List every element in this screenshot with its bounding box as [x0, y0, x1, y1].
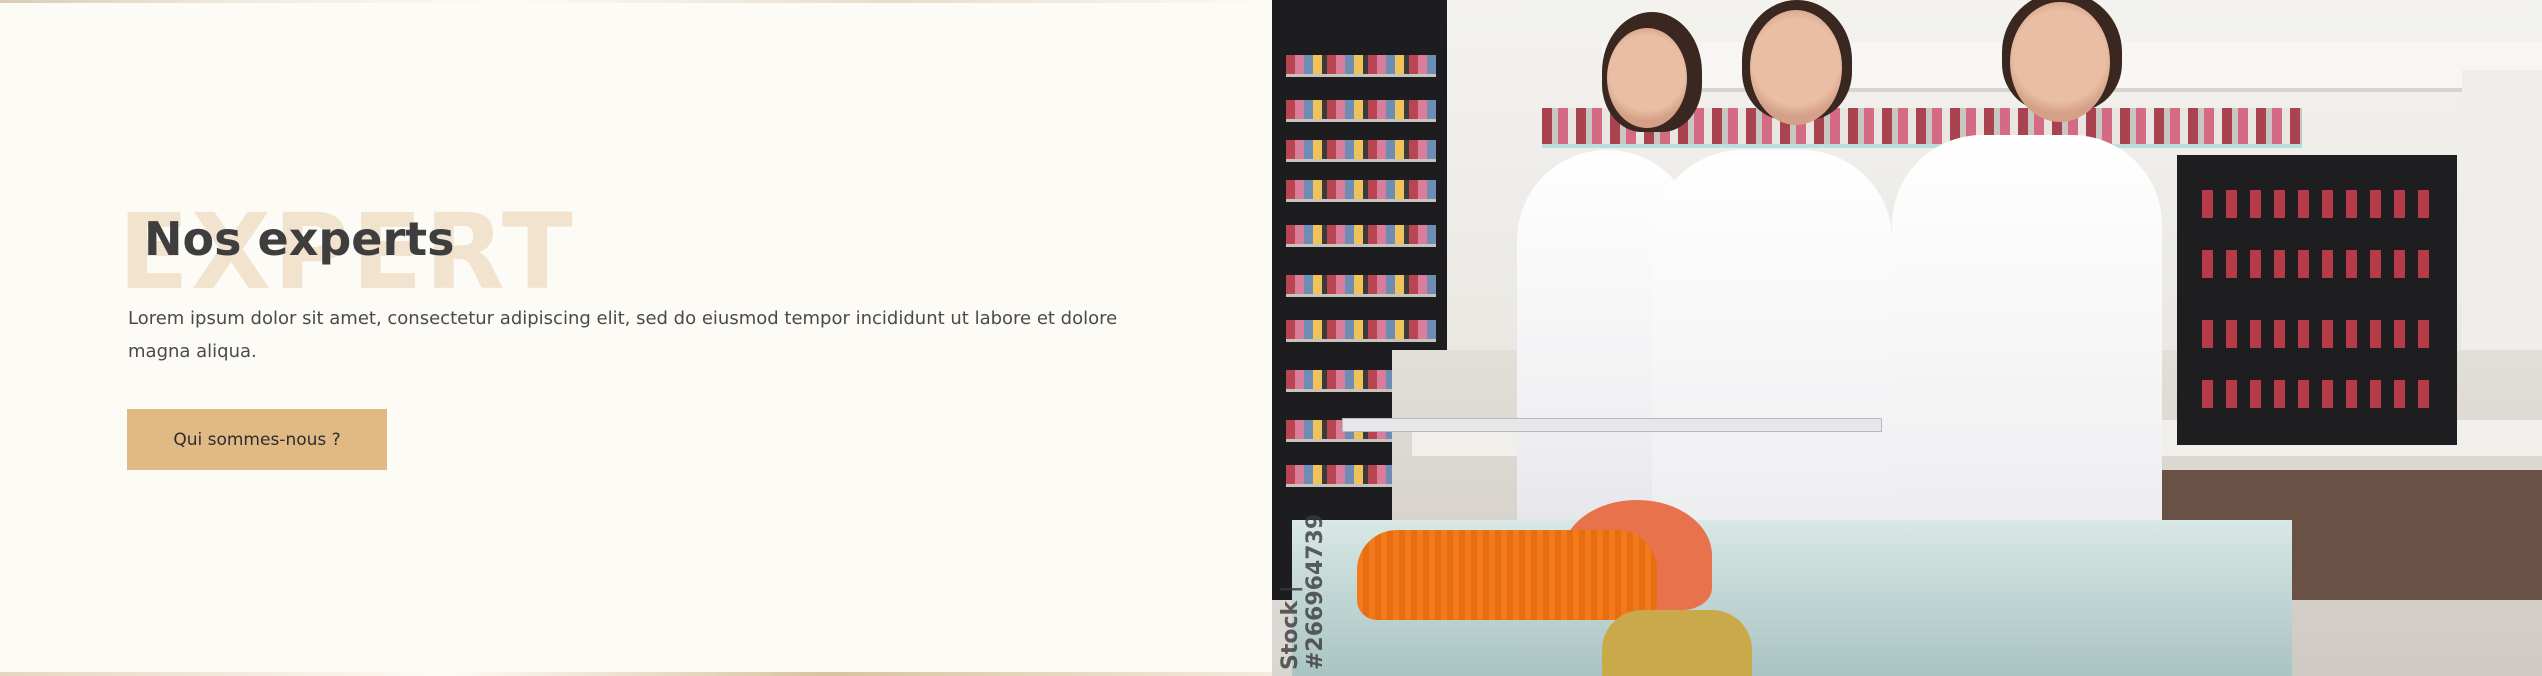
lamp-arm: [1342, 418, 1882, 432]
section-title: Nos experts: [144, 212, 455, 266]
polish-row: [1286, 225, 1436, 247]
polish-row: [1286, 55, 1436, 77]
polish-row: [1286, 275, 1436, 297]
top-decorative-strip: [0, 0, 1272, 3]
polish-row: [1286, 320, 1436, 342]
about-us-button[interactable]: Qui sommes-nous ?: [127, 409, 387, 470]
hero-text-panel: EXPERT Nos experts Lorem ipsum dolor sit…: [0, 0, 1272, 676]
display-polish-row: [2202, 250, 2432, 278]
display-polish-row: [2202, 380, 2432, 408]
section-description: Lorem ipsum dolor sit amet, consectetur …: [128, 308, 1118, 362]
face: [1607, 28, 1687, 128]
polish-row: [1286, 100, 1436, 122]
face: [1750, 10, 1842, 125]
display-polish-row: [2202, 190, 2432, 218]
heading-group: EXPERT Nos experts: [118, 200, 638, 310]
bottom-decorative-strip: [0, 672, 1272, 676]
display-polish-row: [2202, 320, 2432, 348]
orange-towel: [1357, 530, 1657, 620]
polish-row: [1286, 180, 1436, 202]
face: [2010, 2, 2110, 122]
nail-device: [1602, 610, 1752, 676]
experts-team-photo: Stock | #266964739: [1272, 0, 2542, 676]
stock-watermark: Stock | #266964739: [1278, 513, 1328, 670]
polish-row: [1286, 140, 1436, 162]
